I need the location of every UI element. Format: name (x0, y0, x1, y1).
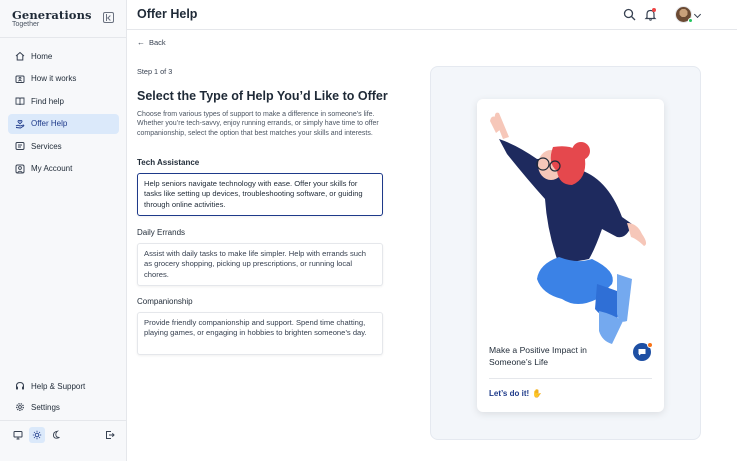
sidebar-item-help-support[interactable]: Help & Support (8, 376, 119, 396)
sidebar: Generations Together Home How it works F… (0, 0, 127, 461)
option-card-companionship[interactable]: Provide friendly companionship and suppo… (137, 312, 383, 355)
option-title-daily-errands: Daily Errands (137, 228, 186, 237)
sidebar-item-label: My Account (31, 164, 73, 174)
sidebar-item-my-account[interactable]: My Account (8, 159, 119, 179)
sidebar-item-how-it-works[interactable]: How it works (8, 69, 119, 89)
headset-icon (15, 381, 25, 391)
brand-title: Generations (12, 8, 92, 22)
lets-do-it-button[interactable]: Let’s do it! ✋ (489, 389, 542, 398)
back-label: Back (149, 38, 166, 47)
info-icon (15, 74, 25, 84)
sidebar-divider (0, 37, 127, 38)
collapse-sidebar-icon[interactable] (103, 12, 114, 23)
moon-icon[interactable] (48, 427, 64, 443)
online-status-dot (688, 18, 693, 23)
search-icon[interactable] (623, 8, 636, 21)
account-icon (15, 164, 25, 174)
services-icon (15, 141, 25, 151)
sidebar-item-label: Services (31, 141, 62, 151)
option-card-tech-assistance[interactable]: Help seniors navigate technology with ea… (137, 173, 383, 216)
page-title: Offer Help (137, 7, 198, 21)
sidebar-item-label: Help & Support (31, 381, 86, 391)
sidebar-item-label: Offer Help (31, 119, 68, 129)
notification-dot (652, 8, 656, 12)
brand-subtitle: Together (12, 21, 40, 28)
sidebar-item-find-help[interactable]: Find help (8, 91, 119, 111)
sidebar-item-label: Home (31, 51, 53, 61)
sidebar-nav: Home How it works Find help Offer Help S… (8, 46, 119, 182)
intro-text: Choose from various types of support to … (137, 111, 379, 137)
promo-divider (489, 378, 652, 379)
sidebar-bottom-divider (0, 420, 127, 421)
promo-card: Make a Positive Impact in Someone’s Life… (477, 99, 664, 412)
sidebar-bottom-nav: Help & Support Settings (8, 376, 119, 418)
waving-hand-icon: ✋ (532, 389, 543, 398)
option-card-daily-errands[interactable]: Assist with daily tasks to make life sim… (137, 243, 383, 286)
sidebar-item-services[interactable]: Services (8, 136, 119, 156)
sidebar-item-offer-help[interactable]: Offer Help (8, 113, 119, 134)
cta-label: Let’s do it! (489, 389, 530, 398)
chevron-down-icon[interactable] (693, 10, 702, 19)
option-title-tech-assistance: Tech Assistance (137, 158, 200, 167)
step-indicator: Step 1 of 3 (137, 67, 173, 76)
option-title-companionship: Companionship (137, 297, 193, 306)
sidebar-item-label: Settings (31, 402, 60, 412)
top-header: Offer Help (127, 0, 737, 30)
sidebar-item-home[interactable]: Home (8, 46, 119, 66)
gear-icon (15, 402, 25, 412)
jumping-person-illustration (490, 112, 647, 344)
logout-icon[interactable] (102, 427, 118, 443)
sun-icon[interactable] (29, 427, 45, 443)
sidebar-item-settings[interactable]: Settings (8, 397, 119, 417)
sidebar-item-label: Find help (31, 96, 64, 106)
promo-title: Make a Positive Impact in Someone’s Life (489, 345, 587, 367)
theme-switcher (10, 427, 118, 443)
sidebar-item-label: How it works (31, 74, 77, 84)
badge-notification-dot (647, 342, 653, 348)
brand-logo[interactable]: Generations Together (12, 8, 92, 28)
home-icon (15, 51, 25, 61)
book-icon (15, 96, 25, 106)
monitor-icon[interactable] (10, 427, 26, 443)
arrow-left-icon: ← (137, 38, 145, 47)
back-button[interactable]: ← Back (137, 38, 166, 47)
hand-heart-icon (15, 119, 25, 129)
section-heading: Select the Type of Help You’d Like to Of… (137, 89, 388, 103)
